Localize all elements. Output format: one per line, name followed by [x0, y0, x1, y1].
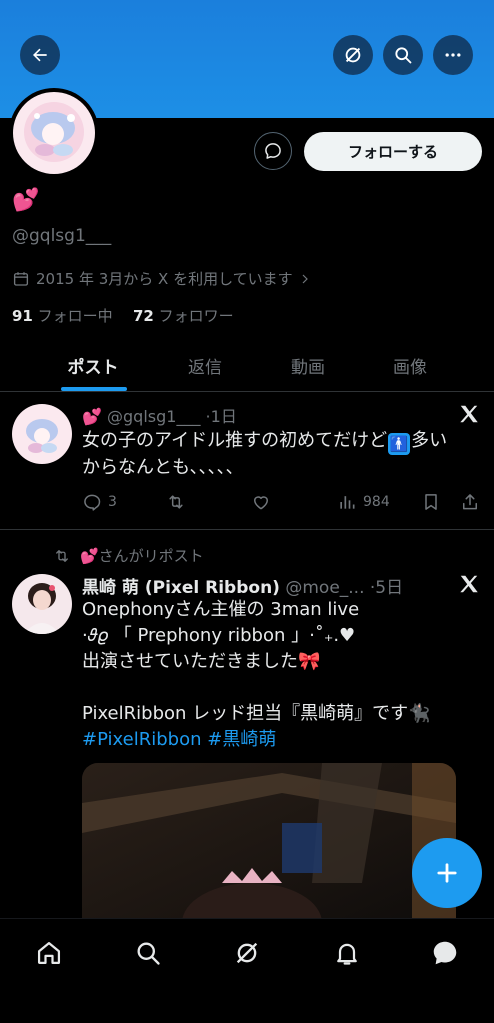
follow-button[interactable]: フォローする — [304, 132, 482, 171]
bookmark-icon — [425, 494, 437, 510]
bookmark-button[interactable] — [421, 492, 441, 512]
x-logo-icon — [460, 405, 478, 423]
back-arrow-icon — [33, 48, 47, 62]
following-link[interactable]: 91 フォロー中 — [12, 305, 113, 326]
calendar-icon — [13, 271, 29, 286]
avatar-illustration — [13, 92, 95, 174]
hashtag-link[interactable]: #PixelRibbon — [82, 729, 202, 750]
home-icon — [37, 941, 61, 965]
post-text-line: からなんとも、、、、、 — [82, 457, 244, 478]
post-text: Onephonyさん主催の 3man live ·𝜗𝜚 「 Prephony r… — [82, 597, 431, 753]
avatar-thumb — [12, 404, 72, 464]
repost-icon — [56, 549, 68, 562]
post-author-handle[interactable]: @moe_... — [285, 578, 364, 598]
nav-messages[interactable] — [425, 933, 465, 973]
like-button[interactable] — [250, 492, 272, 512]
search-icon — [137, 942, 160, 965]
share-button[interactable] — [460, 492, 480, 512]
post-text: 女の子のアイドル推すの初めてだけど 🚹 多い からなんとも、、、、、 — [82, 428, 447, 481]
repost-icon — [169, 495, 183, 509]
followers-count: 72 — [133, 307, 154, 325]
reply-count: 3 — [108, 494, 117, 510]
nav-notifications[interactable] — [327, 933, 367, 973]
nav-home[interactable] — [29, 933, 69, 973]
compose-button[interactable] — [412, 838, 482, 908]
tab-images[interactable]: 画像 — [375, 340, 445, 391]
post-avatar[interactable] — [12, 574, 72, 634]
reply-icon — [84, 494, 101, 511]
more-icon — [445, 53, 461, 57]
x-logo-icon — [460, 575, 478, 593]
following-count: 91 — [12, 307, 33, 325]
grok-icon — [236, 942, 258, 964]
profile-handle: @gqlsg1___ — [12, 226, 112, 246]
post-text-line: PixelRibbon レッド担当『黒崎萌』です🐈‍⬛ — [82, 703, 431, 724]
views-button[interactable]: 984 — [337, 492, 390, 512]
views-count: 984 — [363, 494, 390, 510]
tab-replies[interactable]: 返信 — [170, 340, 240, 391]
repost-button[interactable] — [165, 492, 187, 512]
joined-text: 2015 年 3月から X を利用しています — [36, 270, 293, 288]
back-button[interactable] — [20, 35, 60, 75]
nav-grok[interactable] — [227, 933, 267, 973]
tab-posts[interactable]: ポスト — [55, 340, 131, 391]
bell-icon — [337, 943, 357, 965]
chevron-right-icon[interactable] — [299, 273, 311, 285]
post-avatar[interactable] — [12, 404, 72, 464]
profile-display-name: 💕 — [12, 188, 40, 213]
person-emoji-icon: 🚹 — [388, 433, 411, 455]
messages-icon — [433, 941, 457, 965]
post-header: 黒崎 萌 (Pixel Ribbon) @moe_... ·5日 — [82, 573, 403, 598]
plus-icon — [437, 863, 457, 883]
bottom-navigation — [0, 918, 494, 1023]
hashtag-link[interactable]: #黒崎萌 — [207, 729, 276, 750]
grok-icon — [345, 47, 361, 63]
post-divider — [0, 529, 494, 530]
post-text-line: 出演させていただきました🎀 — [82, 651, 321, 672]
post-time[interactable]: ·1日 — [206, 407, 237, 426]
avatar-thumb — [12, 574, 72, 634]
post-time[interactable]: ·5日 — [370, 578, 403, 598]
post-author-name[interactable]: 黒崎 萌 (Pixel Ribbon) — [82, 578, 280, 598]
post-media-image[interactable] — [82, 763, 456, 933]
post-text-line: ·𝜗𝜚 「 Prephony ribbon 」⋅˚₊.♥ — [82, 625, 356, 646]
active-tab-indicator — [61, 387, 127, 391]
post-text-line: 多い — [411, 430, 448, 451]
like-icon — [254, 496, 268, 510]
grok-button[interactable] — [333, 35, 373, 75]
post-author-handle[interactable]: @gqlsg1___ — [107, 407, 200, 426]
post-text-line: 女の子のアイドル推すの初めてだけど — [82, 430, 388, 451]
post-header: 💕 @gqlsg1___ ·1日 — [82, 403, 237, 427]
profile-tabs: ポスト 返信 動画 画像 — [0, 340, 494, 392]
share-icon — [463, 494, 477, 510]
tab-videos[interactable]: 動画 — [273, 340, 343, 391]
message-icon — [265, 143, 281, 159]
more-button[interactable] — [433, 35, 473, 75]
search-button[interactable] — [383, 35, 423, 75]
search-icon — [395, 47, 412, 64]
repost-indicator: 💕さんがリポスト — [52, 545, 204, 566]
views-icon — [340, 496, 355, 509]
followers-link[interactable]: 72 フォロワー — [133, 305, 234, 326]
following-label: フォロー中 — [37, 307, 113, 325]
nav-search[interactable] — [128, 933, 168, 973]
post-author-name[interactable]: 💕 — [82, 407, 102, 426]
followers-label: フォロワー — [158, 307, 234, 325]
message-button[interactable] — [254, 132, 292, 170]
repost-by[interactable]: 💕さんがリポスト — [80, 545, 204, 566]
reply-button[interactable]: 3 — [82, 492, 117, 512]
post-text-line: Onephonyさん主催の 3man live — [82, 599, 360, 620]
media-photo — [82, 763, 456, 933]
joined-date: 2015 年 3月から X を利用しています — [12, 268, 311, 289]
profile-avatar[interactable] — [9, 88, 99, 178]
